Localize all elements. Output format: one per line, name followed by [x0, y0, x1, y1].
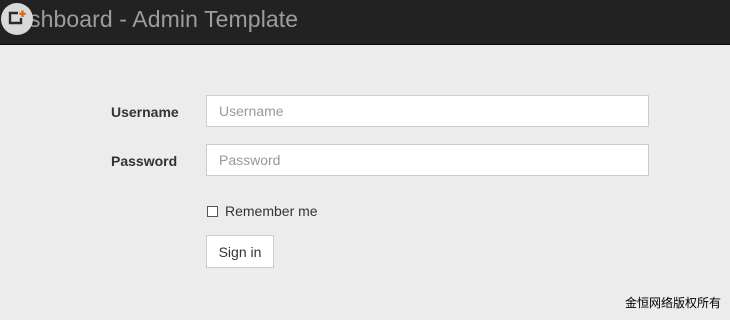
top-navbar: shboard - Admin Template [0, 0, 730, 45]
password-label: Password [111, 153, 178, 169]
logo-badge-icon[interactable] [1, 3, 33, 35]
brand-title[interactable]: shboard - Admin Template [1, 0, 298, 40]
remember-me-row[interactable]: Remember me [206, 202, 318, 220]
username-label: Username [111, 104, 179, 120]
username-input[interactable] [206, 95, 649, 127]
remember-me-label[interactable]: Remember me [225, 203, 318, 219]
password-input[interactable] [206, 144, 649, 176]
sign-in-button[interactable]: Sign in [206, 235, 274, 268]
login-form: Username Password Remember me Sign in 金恒… [0, 45, 730, 320]
remember-me-checkbox[interactable] [207, 205, 218, 217]
brand-title-text[interactable]: shboard - Admin Template [0, 0, 298, 38]
copyright-watermark: 金恒网络版权所有 [624, 296, 721, 310]
